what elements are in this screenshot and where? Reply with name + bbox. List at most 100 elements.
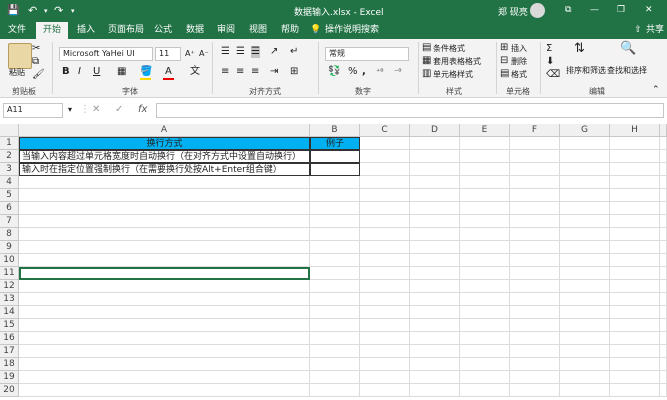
cell-d10[interactable] — [410, 254, 460, 267]
cell-e20[interactable] — [460, 384, 510, 397]
shrink-font-icon[interactable]: A⁻ — [199, 48, 209, 60]
cell-b8[interactable] — [310, 228, 360, 241]
column-header-e[interactable]: E — [460, 124, 510, 137]
cell-e12[interactable] — [460, 280, 510, 293]
cell-g16[interactable] — [560, 332, 610, 345]
name-box[interactable]: A11 — [3, 103, 63, 118]
row-header-9[interactable]: 9 — [0, 241, 19, 254]
cell-b19[interactable] — [310, 371, 360, 384]
align-middle-icon[interactable]: ☰ — [236, 46, 245, 58]
cell-f13[interactable] — [510, 293, 560, 306]
cell-a10[interactable] — [19, 254, 310, 267]
cell-d8[interactable] — [410, 228, 460, 241]
cell-g20[interactable] — [560, 384, 610, 397]
row-header-5[interactable]: 5 — [0, 189, 19, 202]
cell-b18[interactable] — [310, 358, 360, 371]
cell-e5[interactable] — [460, 189, 510, 202]
cell-h5[interactable] — [610, 189, 660, 202]
cell-f7[interactable] — [510, 215, 560, 228]
ribbon-display-options-icon[interactable]: ⧉ — [565, 5, 571, 15]
cell-a15[interactable] — [19, 319, 310, 332]
find-select-button[interactable]: 查找和选择 — [607, 65, 647, 76]
cell-b13[interactable] — [310, 293, 360, 306]
cell-a19[interactable] — [19, 371, 310, 384]
cell-styles-icon[interactable]: ▥ — [422, 68, 431, 80]
column-header-d[interactable]: D — [410, 124, 460, 137]
cell-d13[interactable] — [410, 293, 460, 306]
cell-f4[interactable] — [510, 176, 560, 189]
row-header-17[interactable]: 17 — [0, 345, 19, 358]
tab-insert[interactable]: 插入 — [72, 22, 100, 39]
cell-b5[interactable] — [310, 189, 360, 202]
cell-g5[interactable] — [560, 189, 610, 202]
cell-d20[interactable] — [410, 384, 460, 397]
cell-b20[interactable] — [310, 384, 360, 397]
row-header-12[interactable]: 12 — [0, 280, 19, 293]
cell-d14[interactable] — [410, 306, 460, 319]
share-button[interactable]: 共享 — [644, 22, 666, 39]
cell-b11[interactable] — [310, 267, 360, 280]
cell-d4[interactable] — [410, 176, 460, 189]
bold-button[interactable]: B — [62, 66, 70, 78]
save-icon[interactable]: 💾 — [7, 5, 19, 16]
column-header-c[interactable]: C — [360, 124, 410, 137]
cell-d5[interactable] — [410, 189, 460, 202]
enter-icon[interactable]: ✓ — [115, 104, 123, 116]
cell-a4[interactable] — [19, 176, 310, 189]
column-header-g[interactable]: G — [560, 124, 610, 137]
cell-g6[interactable] — [560, 202, 610, 215]
cell-g15[interactable] — [560, 319, 610, 332]
cell-b16[interactable] — [310, 332, 360, 345]
redo-icon[interactable]: ↷ — [54, 4, 63, 17]
cell-b4[interactable] — [310, 176, 360, 189]
column-header-f[interactable]: F — [510, 124, 560, 137]
conditional-format-icon[interactable]: ▤ — [422, 42, 431, 54]
font-size-select[interactable]: 11 — [155, 47, 181, 61]
cell-g7[interactable] — [560, 215, 610, 228]
cell-c3[interactable] — [360, 163, 410, 176]
cell-h18[interactable] — [610, 358, 660, 371]
font-name-select[interactable]: Microsoft YaHei UI — [59, 47, 153, 61]
cell-b15[interactable] — [310, 319, 360, 332]
copy-icon[interactable]: ⧉ — [32, 56, 39, 68]
cell-d2[interactable] — [410, 150, 460, 163]
cell-e10[interactable] — [460, 254, 510, 267]
cell-g19[interactable] — [560, 371, 610, 384]
cell-f9[interactable] — [510, 241, 560, 254]
cell-d9[interactable] — [410, 241, 460, 254]
cell-c12[interactable] — [360, 280, 410, 293]
comma-button[interactable]: , — [362, 66, 366, 78]
align-center-icon[interactable]: ≡ — [236, 66, 244, 78]
format-painter-icon[interactable]: 🖌 — [32, 69, 45, 81]
cell-e11[interactable] — [460, 267, 510, 280]
tab-home[interactable]: 开始 — [36, 22, 68, 39]
cell-a18[interactable] — [19, 358, 310, 371]
percent-button[interactable]: % — [348, 66, 358, 78]
cell-e1[interactable] — [460, 137, 510, 150]
align-right-icon[interactable]: ≡ — [251, 66, 259, 78]
cell-g1[interactable] — [560, 137, 610, 150]
cell-c8[interactable] — [360, 228, 410, 241]
number-format-select[interactable]: 常规 — [325, 47, 409, 61]
find-select-icon[interactable]: 🔍 — [620, 42, 636, 55]
cell-b17[interactable] — [310, 345, 360, 358]
row-header-13[interactable]: 13 — [0, 293, 19, 306]
cell-d19[interactable] — [410, 371, 460, 384]
row-header-6[interactable]: 6 — [0, 202, 19, 215]
cell-f2[interactable] — [510, 150, 560, 163]
format-as-table-button[interactable]: 套用表格格式 — [433, 56, 481, 67]
cell-e13[interactable] — [460, 293, 510, 306]
cell-c17[interactable] — [360, 345, 410, 358]
cell-e19[interactable] — [460, 371, 510, 384]
conditional-format-button[interactable]: 条件格式 — [433, 43, 465, 54]
cell-a20[interactable] — [19, 384, 310, 397]
cell-f6[interactable] — [510, 202, 560, 215]
cell-h4[interactable] — [610, 176, 660, 189]
autosum-button[interactable]: Σ — [546, 43, 552, 55]
cell-e3[interactable] — [460, 163, 510, 176]
cell-e4[interactable] — [460, 176, 510, 189]
format-cells-button[interactable]: 格式 — [511, 69, 527, 80]
wrap-text-icon[interactable]: ↵ — [290, 46, 298, 58]
cell-g14[interactable] — [560, 306, 610, 319]
cell-e17[interactable] — [460, 345, 510, 358]
